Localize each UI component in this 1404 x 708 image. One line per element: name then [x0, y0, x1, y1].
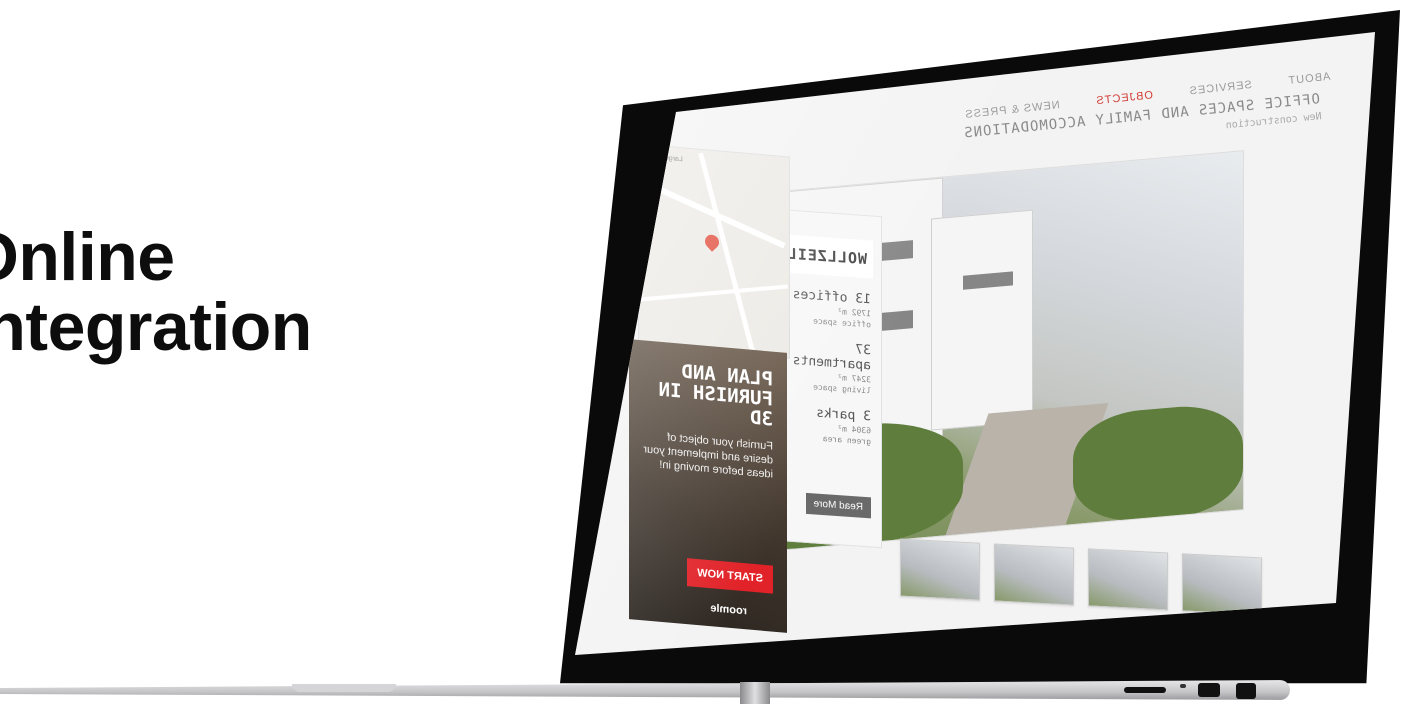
laptop: ABOUT SERVICES OBJECTS NEWS & PRESS OFFI…: [0, 0, 1404, 707]
roomle-logo: roomle: [710, 602, 747, 618]
roomle-promo: PLAN AND FURNISH IN 3D Furnish your obje…: [629, 339, 787, 633]
promo-title: PLAN AND FURNISH IN 3D: [658, 360, 773, 431]
map-road: [698, 152, 755, 352]
thumbnail[interactable]: [1088, 548, 1168, 611]
laptop-base: [0, 680, 1404, 708]
start-now-button[interactable]: START NOW: [687, 558, 773, 594]
thumbnail[interactable]: [900, 538, 980, 601]
stat-parks: 3 parks 6304 m² green area: [773, 403, 871, 447]
port-icon: [1180, 684, 1186, 688]
nav-item-about[interactable]: ABOUT: [1287, 71, 1331, 87]
building-block: [931, 209, 1033, 431]
nav-item-services[interactable]: SERVICES: [1188, 79, 1252, 98]
laptop-hinge: [740, 682, 770, 704]
thumbnail[interactable]: [1182, 553, 1262, 616]
port-icon: [1198, 683, 1220, 697]
nav-item-objects[interactable]: OBJECTS: [1095, 89, 1154, 107]
laptop-deck: [0, 680, 1290, 700]
promo-text: Furnish your object of desire and implem…: [643, 431, 773, 481]
usb-port-icon: [1124, 687, 1166, 693]
read-more-button[interactable]: Read More: [805, 492, 871, 519]
thumbnail[interactable]: [994, 543, 1074, 606]
thumbnail-gallery: [900, 538, 1262, 616]
port-icon: [1236, 683, 1256, 699]
map-road: [639, 284, 789, 302]
lid-notch: [292, 684, 396, 692]
